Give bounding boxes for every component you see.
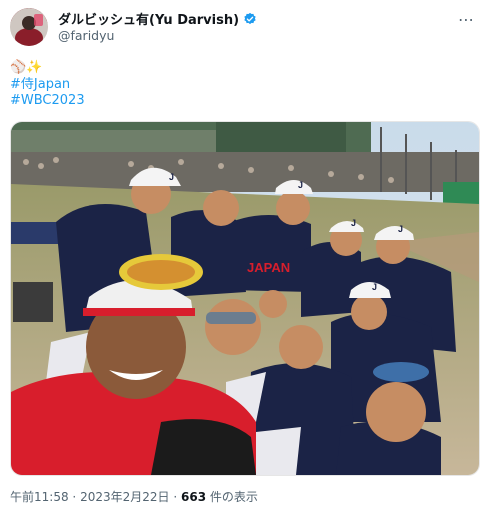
cap-letter: J [169, 172, 174, 182]
tweet-photo[interactable]: J J J J J JAPAN [10, 121, 480, 476]
author-handle[interactable]: @faridyu [58, 28, 114, 43]
meta-separator: · [173, 490, 178, 504]
more-options-icon[interactable]: ⋯ [458, 10, 475, 29]
hashtag-wbc2023[interactable]: #WBC2023 [10, 93, 85, 110]
jersey-text: JAPAN [247, 260, 290, 275]
tweet-text: ⚾✨ #侍Japan #WBC2023 [10, 60, 85, 110]
author-name-row[interactable]: ダルビッシュ有(Yu Darvish) [58, 9, 257, 28]
avatar[interactable] [10, 8, 48, 46]
views-count: 663 [181, 490, 207, 504]
tweet-meta: 午前11:58 · 2023年2月22日 · 663 件の表示 [10, 488, 258, 505]
tweet-time[interactable]: 午前11:58 [10, 490, 69, 504]
hashtag-samurai-japan[interactable]: #侍Japan [10, 77, 85, 94]
cap-letter: J [351, 218, 356, 228]
emoji-line: ⚾✨ [10, 60, 43, 75]
author-display-name[interactable]: ダルビッシュ有(Yu Darvish) [58, 9, 239, 28]
cap-letter: J [372, 282, 377, 292]
views-label: 件の表示 [209, 490, 258, 504]
cap-letter: J [298, 180, 303, 190]
tweet-date[interactable]: 2023年2月22日 [80, 490, 169, 504]
verified-badge-icon [244, 12, 256, 24]
meta-separator: · [72, 490, 77, 504]
cap-letter: J [398, 224, 403, 234]
